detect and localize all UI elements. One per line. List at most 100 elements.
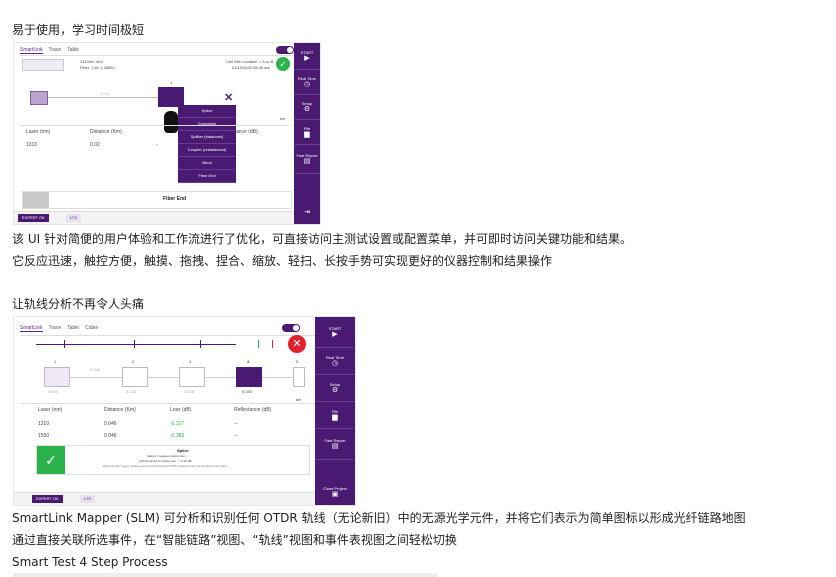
cell-loss: -0.383 <box>170 433 185 439</box>
section2-caption3: Smart Test 4 Step Process <box>12 555 168 569</box>
folder-icon: ▆ <box>332 413 338 421</box>
event-end-icon[interactable] <box>293 367 305 387</box>
event-distance: 0.030 <box>242 389 253 394</box>
distance-label: 0.0 0 <box>100 91 109 96</box>
header-reflectance: ance (dB) <box>236 129 258 135</box>
play-icon: ▶ <box>332 330 338 338</box>
sidebar-close-project[interactable]: Close Project ▣ <box>315 479 355 505</box>
trace-marker <box>134 340 135 348</box>
tab-trace[interactable]: Trace <box>49 325 62 332</box>
unit-label: km <box>296 397 302 402</box>
sidebar-setup[interactable]: Setup ⚙ <box>294 95 320 120</box>
unit-label: km <box>280 116 286 121</box>
table-row[interactable]: 1310 0.046 -0.317 -- <box>38 421 237 427</box>
section2-heading: 让轨线分析不再令人头痛 <box>12 297 145 311</box>
tab-table[interactable]: Table <box>67 325 79 332</box>
report-icon: ▤ <box>331 442 339 450</box>
event-distance: 0.028 <box>126 389 137 394</box>
screenshot-2: SmartLink Trace Table Cable ✕ 1 2 3 4 5 … <box>13 316 356 506</box>
table-header: Laser (nm) Distance (Km) Loss (dB) Refle… <box>38 407 271 413</box>
fail-x-icon: ✕ <box>288 335 306 353</box>
selected-event-icon[interactable] <box>158 87 184 107</box>
event-splitter-icon[interactable] <box>122 367 148 387</box>
sidebar-exit[interactable]: ⇥ <box>294 202 320 224</box>
divider <box>20 403 315 404</box>
trace-marker <box>64 340 65 348</box>
event-distance: 0.000 <box>48 389 59 394</box>
tab-smartlink[interactable]: SmartLink <box>20 325 43 332</box>
sidebar-start[interactable]: START ▶ <box>315 317 355 348</box>
fiber-info-line2: Fiber: 1.8x 1.48800 <box>80 65 115 70</box>
status-bar: EXPERT OK LTS <box>14 492 355 505</box>
event-distance: 0.026 <box>184 389 195 394</box>
close-icon[interactable]: ✕ <box>224 91 233 104</box>
tab-trace[interactable]: Trace <box>49 47 62 54</box>
event-toggle[interactable] <box>282 324 300 332</box>
fiber-end-thumb <box>23 192 49 208</box>
sidebar-realtime[interactable]: Real Time ◷ <box>294 70 320 95</box>
tab-smartlink[interactable]: SmartLink <box>20 47 43 54</box>
lts-button[interactable]: LTS <box>66 214 82 222</box>
sidebar: START ▶ Real Time ◷ Setup ⚙ File ▆ Fast Repo… <box>294 43 320 224</box>
trace-overview <box>36 344 236 345</box>
sidebar-fast-report[interactable]: Fast Report ▤ <box>294 145 320 174</box>
sidebar-realtime[interactable]: Real Time ◷ <box>315 348 355 375</box>
close-project-icon: ▣ <box>331 490 339 498</box>
tab-bar: SmartLink Trace Table <box>20 47 79 54</box>
header-loss: Loss (dB) <box>170 407 192 413</box>
trace-marker <box>272 340 273 348</box>
launch-icon[interactable] <box>30 91 48 105</box>
clock-icon: ◷ <box>331 359 339 367</box>
thumbnail <box>22 59 64 71</box>
folder-icon: ▆ <box>304 130 310 138</box>
menu-item-fiber-end[interactable]: Fiber End <box>178 170 236 183</box>
trace-marker <box>200 340 201 348</box>
event-launch-icon[interactable] <box>44 367 70 387</box>
cell-distance: 0.046 <box>104 421 117 427</box>
menu-item-splice[interactable]: Splice <box>178 105 236 118</box>
table-row[interactable]: 1310 0.02 - <box>26 142 158 148</box>
event-number: 3 <box>189 359 192 364</box>
cell-laser: 1310 <box>26 142 38 148</box>
sidebar-setup[interactable]: Setup ⚙ <box>315 375 355 402</box>
event-line <box>44 377 306 378</box>
splice-line: Fail threshold for splice loss : > 0.30 … <box>139 459 192 463</box>
tab-bar: SmartLink Trace Table Cable <box>20 325 98 332</box>
header-distance: Distance (Km) <box>90 129 122 135</box>
expert-button[interactable]: EXPERT OK <box>18 214 49 222</box>
expert-button[interactable]: EXPERT OK <box>32 495 63 503</box>
cell-loss: -0.317 <box>170 421 185 427</box>
location-line1: Cell Site Location -> Loc B <box>226 59 274 64</box>
section2-caption2: 通过直接关联所选事件，在“智能链路”视图、“轨线”视图和事件表视图之间轻松切换 <box>12 533 457 547</box>
clock-icon: ◷ <box>303 80 311 88</box>
gear-icon: ⚙ <box>331 386 339 394</box>
event-toggle[interactable] <box>276 46 294 54</box>
splice-line: Gainer ( negative splice loss ) <box>147 454 187 458</box>
gear-icon: ⚙ <box>303 105 311 113</box>
status-bar: EXPERT OK LTS <box>14 211 320 224</box>
menu-item-coupler[interactable]: Coupler (unbalanced) <box>178 144 236 157</box>
tab-cable[interactable]: Cable <box>85 325 98 332</box>
sidebar-file[interactable]: File ▆ <box>294 120 320 145</box>
sidebar-file[interactable]: File ▆ <box>315 402 355 429</box>
event-splice-icon[interactable] <box>236 367 262 387</box>
table-row[interactable]: 1550 0.046 -0.383 -- <box>38 433 237 439</box>
fiber-end-panel: Fiber End <box>22 191 292 209</box>
lts-button[interactable]: LTS <box>80 495 96 503</box>
event-connector-icon[interactable] <box>179 367 205 387</box>
fiber-end-label: Fiber End <box>163 196 187 202</box>
section1-caption1: 该 UI 针对简便的用户体验和工作流进行了优化，可直接访问主测试设置或配置菜单，… <box>12 232 632 246</box>
header-laser: Laser (nm) <box>26 129 51 135</box>
menu-item-bend[interactable]: Bend <box>178 157 236 170</box>
event-number: 2 <box>132 359 135 364</box>
tab-table[interactable]: Table <box>67 47 79 54</box>
header-reflectance: Reflectance (dB) <box>234 407 272 413</box>
screenshot-1: SmartLink Trace Table 1310nm Vrrn Fiber:… <box>13 42 321 225</box>
cell-reflectance: -- <box>234 421 238 427</box>
splice-title: Splice <box>177 448 189 453</box>
event-distance: 0.046 <box>90 367 101 372</box>
next-image-edge <box>13 573 437 577</box>
sidebar-start[interactable]: START ▶ <box>294 43 320 70</box>
header-distance: Distance (Km) <box>104 407 136 413</box>
sidebar-fast-report[interactable]: Fast Report ▤ <box>315 429 355 460</box>
